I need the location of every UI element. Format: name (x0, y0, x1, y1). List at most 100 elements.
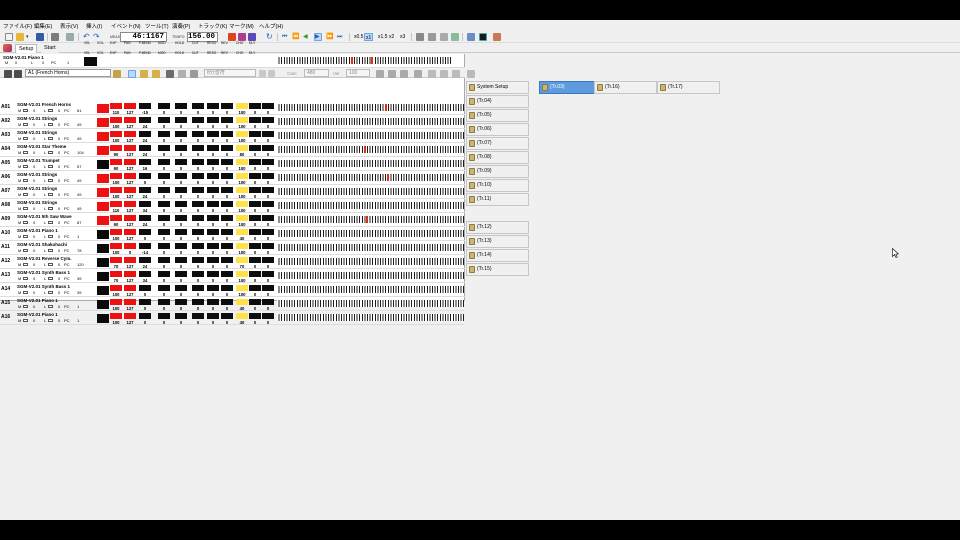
controller-bar[interactable] (192, 257, 204, 263)
controller-bar[interactable] (124, 243, 136, 249)
controller-bar[interactable] (175, 285, 187, 291)
controller-bar[interactable] (207, 145, 219, 151)
controller-bar[interactable] (158, 201, 170, 207)
controller-bar[interactable] (236, 159, 248, 165)
track-lock-toggle[interactable] (48, 305, 53, 308)
tools-icon[interactable] (493, 33, 501, 41)
chevron-down-icon[interactable]: ▾ (26, 33, 31, 41)
controller-bar[interactable] (249, 215, 261, 221)
controller-bar[interactable] (249, 243, 261, 249)
controller-bar[interactable] (110, 313, 122, 319)
controller-bar[interactable] (124, 271, 136, 277)
controller-bar[interactable] (236, 285, 248, 291)
controller-bar[interactable] (221, 159, 233, 165)
track-lock-toggle[interactable] (48, 277, 53, 280)
keyboard-icon[interactable] (4, 70, 12, 78)
controller-bar[interactable] (262, 243, 274, 249)
track-options-icon[interactable] (467, 70, 475, 78)
track-row[interactable]: A06 SGM-V2.01 Strings M 0 L 0 PC 49 100 127 0 0 0 0 0 0… (0, 171, 465, 185)
fast-forward-icon[interactable]: ⏩ (326, 33, 334, 41)
track-tab-chip[interactable]: (Tr.11) (466, 193, 529, 206)
controller-bar[interactable] (221, 243, 233, 249)
controller-bar[interactable] (249, 131, 261, 137)
controller-bar[interactable] (175, 271, 187, 277)
track-row[interactable]: A11 SGM-V2.01 Shakuhachi M 0 L 0 PC 78 100 0 -14 0 0… (0, 241, 465, 255)
controller-bar[interactable] (236, 131, 248, 137)
controller-bar[interactable] (158, 131, 170, 137)
controller-bar[interactable] (192, 173, 204, 179)
controller-bar[interactable] (192, 201, 204, 207)
controller-bar[interactable] (158, 299, 170, 305)
track-mute-toggle[interactable] (23, 235, 28, 238)
track-mute-toggle[interactable] (23, 277, 28, 280)
track-lock-toggle[interactable] (48, 179, 53, 182)
select-tool-icon[interactable] (128, 70, 136, 78)
track-lock-toggle[interactable] (48, 109, 53, 112)
track-row[interactable]: A10 SGM-V2.01 Piano 1 M 0 L 0 PC 1 100 127 0 0 0 0 0 0 4… (0, 227, 465, 241)
controller-bar[interactable] (110, 187, 122, 193)
track-mute-toggle[interactable] (23, 137, 28, 140)
controller-bar[interactable] (249, 173, 261, 179)
track-row[interactable]: A15 SGM-V2.01 Piano 1 M 0 L 0 PC 1 100 127 0 0 0 0 0 0 4… (0, 297, 465, 311)
controller-bar[interactable] (139, 187, 151, 193)
track-mute-toggle[interactable] (23, 221, 28, 224)
track-mute-toggle[interactable] (23, 193, 28, 196)
controller-bar[interactable] (110, 299, 122, 305)
note-length-select[interactable]: 8分音符 (204, 69, 256, 77)
controller-bar[interactable] (262, 313, 274, 319)
zoom-fit-icon[interactable] (400, 70, 408, 78)
controller-bar[interactable] (207, 257, 219, 263)
track-tab-chip[interactable]: (Tr.05) (466, 109, 529, 122)
brush-tool-icon[interactable] (190, 70, 198, 78)
track-lock-toggle[interactable] (48, 207, 53, 210)
rewind-icon[interactable]: ⏪ (292, 33, 300, 41)
controller-bar[interactable] (207, 173, 219, 179)
new-file-icon[interactable] (5, 33, 13, 41)
pointer-tool-icon[interactable] (152, 70, 160, 78)
controller-bar[interactable] (207, 159, 219, 165)
controller-bar[interactable] (249, 299, 261, 305)
controller-bar[interactable] (192, 271, 204, 277)
track-tab-chip[interactable]: (Tr.07) (466, 137, 529, 150)
controller-bar[interactable] (124, 257, 136, 263)
controller-bar[interactable] (139, 215, 151, 221)
controller-bar[interactable] (110, 131, 122, 137)
go-end-icon[interactable]: ⏭ (337, 33, 345, 41)
controller-bar[interactable] (110, 117, 122, 123)
track-tab-chip[interactable]: (Tr.06) (466, 123, 529, 136)
track-row[interactable]: A12 SGM-V2.01 Reverse Cym. M 0 L 0 PC 120 70 127 2… (0, 255, 465, 269)
track-tab-chip[interactable]: (Tr.08) (466, 151, 529, 164)
track-lock-toggle[interactable] (48, 221, 53, 224)
controller-bar[interactable] (158, 257, 170, 263)
grid-icon[interactable] (428, 33, 436, 41)
tab-start[interactable]: Start (41, 44, 59, 53)
controller-bar[interactable] (110, 173, 122, 179)
controller-bar[interactable] (221, 201, 233, 207)
controller-bar[interactable] (124, 313, 136, 319)
controller-bar[interactable] (124, 103, 136, 109)
track-mute-toggle[interactable] (23, 263, 28, 266)
controller-bar[interactable] (207, 187, 219, 193)
controller-bar[interactable] (207, 215, 219, 221)
mixer-icon[interactable] (451, 33, 459, 41)
controller-bar[interactable] (236, 243, 248, 249)
controller-bar[interactable] (158, 187, 170, 193)
track-tab-chip[interactable]: (Tr.03) (539, 81, 602, 94)
controller-bar[interactable] (236, 103, 248, 109)
controller-bar[interactable] (207, 285, 219, 291)
controller-bar[interactable] (124, 173, 136, 179)
controller-bar[interactable] (236, 145, 248, 151)
controller-bar[interactable] (124, 131, 136, 137)
controller-bar[interactable] (124, 299, 136, 305)
menu-item[interactable]: イベント(N) (111, 22, 141, 30)
track-tab-chip[interactable]: (Tr.09) (466, 165, 529, 178)
track-mute-toggle[interactable] (23, 249, 28, 252)
controller-bar[interactable] (139, 313, 151, 319)
controller-bar[interactable] (124, 285, 136, 291)
track-mute-toggle[interactable] (23, 319, 28, 322)
controller-bar[interactable] (207, 271, 219, 277)
controller-bar[interactable] (124, 215, 136, 221)
controller-bar[interactable] (124, 187, 136, 193)
speed-x15-button[interactable]: x1.5 (377, 33, 388, 41)
track-tab-chip[interactable]: (Tr.04) (466, 95, 529, 108)
